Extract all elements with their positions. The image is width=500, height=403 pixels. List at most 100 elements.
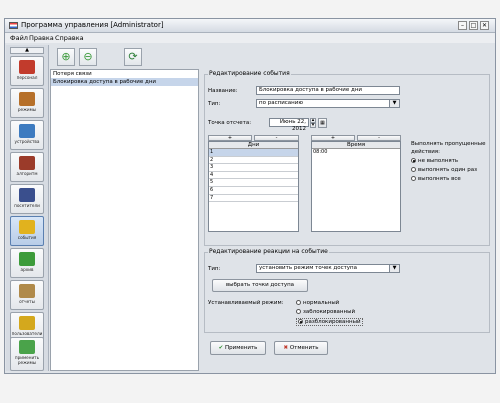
sidebar-item-label: режимы bbox=[17, 107, 37, 112]
name-label: Название: bbox=[208, 88, 238, 94]
sidebar-item-label: персонал bbox=[16, 75, 38, 80]
personnel-icon bbox=[19, 60, 35, 74]
chevron-down-icon: ▼ bbox=[389, 100, 399, 107]
reaction-type-label: Тип: bbox=[208, 266, 221, 272]
mode-radio-locked[interactable]: заблокированный bbox=[296, 309, 355, 315]
days-header: Дни bbox=[209, 142, 298, 149]
event-type-select[interactable]: по расписанию ▼ bbox=[256, 99, 400, 108]
menu-file[interactable]: Файл bbox=[10, 34, 28, 42]
refresh-icon[interactable]: ⟳ bbox=[124, 48, 142, 66]
sidebar-item-label: отчеты bbox=[19, 299, 35, 304]
list-item[interactable]: Потеря связи bbox=[51, 70, 198, 78]
cancel-button[interactable]: ✖ Отменить bbox=[274, 341, 328, 355]
missed-title-cont: действия: bbox=[411, 149, 440, 155]
calendar-icon[interactable]: ▦ bbox=[318, 118, 327, 128]
table-row[interactable]: 1 bbox=[209, 149, 298, 157]
table-row[interactable]: 6 bbox=[209, 187, 298, 195]
delete-event-icon[interactable]: ⊖ bbox=[79, 48, 97, 66]
missed-title: Выполнять пропущенные bbox=[411, 141, 486, 147]
close-button[interactable]: ✕ bbox=[480, 21, 489, 30]
main-window: Программа управления [Administrator] – □… bbox=[4, 18, 496, 374]
minimize-button[interactable]: – bbox=[458, 21, 467, 30]
event-list: Потеря связи Блокировка доступа в рабочи… bbox=[50, 69, 199, 371]
radio-checked-icon bbox=[298, 319, 303, 324]
maximize-button[interactable]: □ bbox=[469, 21, 478, 30]
name-field[interactable]: Блокировка доступа в рабочие дни bbox=[256, 86, 400, 95]
visitors-icon bbox=[19, 188, 35, 202]
days-table: Дни 1 2 3 4 5 6 7 bbox=[208, 141, 299, 232]
sidebar-item-modes[interactable]: режимы bbox=[10, 88, 44, 118]
reaction-type-value: установить режим точек доступа bbox=[259, 265, 358, 271]
sidebar-item-personnel[interactable]: персонал bbox=[10, 56, 44, 86]
sidebar-item-events[interactable]: события bbox=[10, 216, 44, 246]
start-date-field[interactable]: Июнь 22, 2012 bbox=[269, 118, 309, 132]
radio-icon bbox=[411, 167, 416, 172]
sidebar-item-visitors[interactable]: посетители bbox=[10, 184, 44, 214]
radio-icon bbox=[296, 300, 301, 305]
apply-label: Применить bbox=[225, 345, 258, 351]
algorithm-icon bbox=[19, 156, 35, 170]
modes-icon bbox=[19, 92, 35, 106]
choose-access-points-button[interactable]: выбрать точки доступа bbox=[212, 279, 308, 292]
toolbar: ⊕ ⊖ ⟳ bbox=[50, 45, 494, 67]
chevron-down-icon: ▼ bbox=[389, 265, 399, 272]
sidebar-item-label: пользователи bbox=[11, 331, 43, 336]
radio-label: заблокированный bbox=[303, 309, 356, 315]
window-title: Программа управления [Administrator] bbox=[21, 21, 164, 29]
radio-label: выполнять один раз bbox=[418, 167, 478, 173]
radio-icon bbox=[411, 176, 416, 181]
radio-label: выполнять все bbox=[418, 176, 461, 182]
apply-modes-label: применить режимы bbox=[14, 355, 40, 365]
table-row[interactable]: 2 bbox=[209, 157, 298, 165]
table-row[interactable]: 7 bbox=[209, 195, 298, 203]
sidebar-item-label: алгоритм bbox=[16, 171, 38, 176]
mode-radio-normal[interactable]: нормальный bbox=[296, 300, 339, 306]
sidebar-item-label: события bbox=[17, 235, 37, 240]
apply-button[interactable]: ✔ Применить bbox=[210, 341, 266, 355]
key-icon bbox=[19, 316, 35, 330]
type-label: Тип: bbox=[208, 101, 221, 107]
event-type-value: по расписанию bbox=[259, 100, 303, 106]
time-header: Время bbox=[312, 142, 400, 149]
mode-radio-unlocked[interactable]: разблокированный bbox=[296, 318, 363, 326]
start-label: Точка отсчета: bbox=[208, 120, 252, 126]
radio-label: разблокированный bbox=[305, 319, 361, 325]
sidebar-item-label: устройства bbox=[14, 139, 40, 144]
edit-event-title: Редактирование события bbox=[208, 70, 291, 77]
menu-bar: Файл Правка Справка bbox=[5, 33, 495, 43]
lightning-icon bbox=[19, 220, 35, 234]
radio-label: не выполнять bbox=[418, 158, 459, 164]
table-row[interactable]: 08:00 bbox=[312, 149, 400, 156]
app-icon bbox=[9, 22, 18, 29]
devices-icon bbox=[19, 124, 35, 138]
radio-icon bbox=[296, 309, 301, 314]
list-item[interactable]: Блокировка доступа в рабочие дни bbox=[51, 78, 198, 86]
sidebar: ▲ персонал режимы устройства алгоритм по… bbox=[6, 45, 49, 371]
sidebar-item-reports[interactable]: отчеты bbox=[10, 280, 44, 310]
date-spinner-down[interactable]: ▾ bbox=[310, 123, 316, 128]
radio-checked-icon bbox=[411, 158, 416, 163]
missed-radio-all[interactable]: выполнять все bbox=[411, 176, 461, 182]
sidebar-item-archive[interactable]: архив bbox=[10, 248, 44, 278]
table-row[interactable]: 4 bbox=[209, 172, 298, 180]
apply-modes-button[interactable]: применить режимы bbox=[10, 337, 44, 371]
radio-label: нормальный bbox=[303, 300, 340, 306]
sidebar-item-devices[interactable]: устройства bbox=[10, 120, 44, 150]
download-arrow-icon bbox=[19, 340, 35, 354]
missed-radio-once[interactable]: выполнять один раз bbox=[411, 167, 477, 173]
table-row[interactable]: 5 bbox=[209, 179, 298, 187]
missed-radio-none[interactable]: не выполнять bbox=[411, 158, 458, 164]
scroll-up-button[interactable]: ▲ bbox=[10, 47, 44, 54]
edit-reaction-title: Редактирование реакции на событие bbox=[208, 248, 329, 255]
sidebar-item-label: архив bbox=[20, 267, 34, 272]
reaction-type-select[interactable]: установить режим точек доступа ▼ bbox=[256, 264, 400, 273]
mode-label: Устанавливаемый режим: bbox=[208, 300, 284, 306]
menu-edit[interactable]: Правка bbox=[29, 34, 54, 42]
add-event-icon[interactable]: ⊕ bbox=[57, 48, 75, 66]
table-row[interactable]: 3 bbox=[209, 164, 298, 172]
event-editor-panel: Редактирование события Название: Блокиро… bbox=[202, 69, 494, 371]
menu-help[interactable]: Справка bbox=[55, 34, 84, 42]
sidebar-item-algorithm[interactable]: алгоритм bbox=[10, 152, 44, 182]
title-bar: Программа управления [Administrator] – □… bbox=[5, 19, 495, 33]
cancel-label: Отменить bbox=[289, 345, 319, 351]
